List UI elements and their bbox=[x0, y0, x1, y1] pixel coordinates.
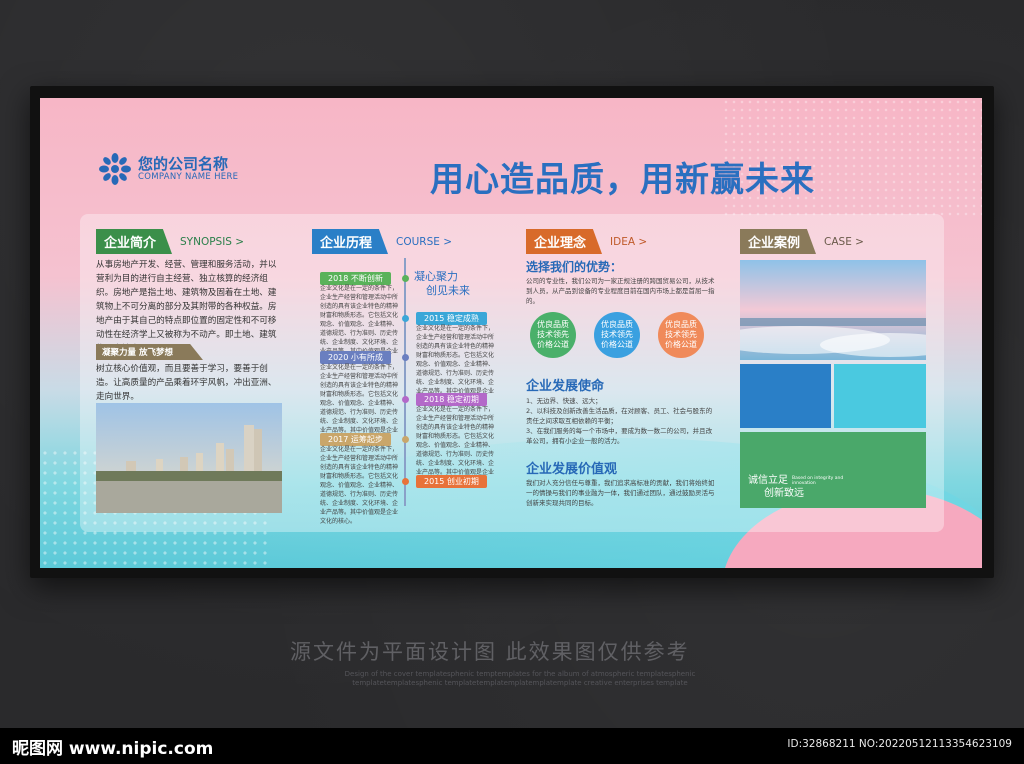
coastal-city-photo bbox=[740, 260, 926, 360]
course-tag-en: COURSE > bbox=[396, 235, 453, 248]
advantage-circle: 优良品质 技术领先 价格公道 bbox=[530, 312, 576, 358]
synopsis-paragraph-2: 树立核心价值观，而且要善于学习，要善于创造。让高质量的产品乘着环宇风帆，冲出亚洲… bbox=[96, 364, 277, 402]
synopsis-header: 企业简介 SYNOPSIS > bbox=[96, 229, 244, 254]
mission-line: 3、在我们服务的每一个市场中，要成为数一数二的公司，并且改革公司，拥有小企业一般… bbox=[526, 427, 713, 445]
choose-text: 公司的专业性，我们公司为一家正规注册的跨国贸易公司，从技术到人员，从产品到设备的… bbox=[526, 277, 715, 305]
circle-line: 技术领先 bbox=[665, 330, 697, 339]
values-title: 企业发展价值观 bbox=[526, 462, 618, 477]
case-tile-blue bbox=[740, 364, 831, 428]
synopsis-tag: 企业简介 bbox=[96, 229, 173, 254]
mission-list: 1、无边界、快速、远大； 2、以科技及创新改善生活品质，在对顾客、员工、社会与股… bbox=[526, 396, 716, 446]
circle-line: 价格公道 bbox=[537, 340, 569, 349]
advantage-circle: 优良品质 技术领先 价格公道 bbox=[594, 312, 640, 358]
case-tag: 企业案例 bbox=[740, 229, 817, 254]
course-tag: 企业历程 bbox=[312, 229, 389, 254]
mission-title: 企业发展使命 bbox=[526, 379, 605, 394]
case-motto-line-2: 创新致远 bbox=[764, 488, 804, 499]
footer-site[interactable]: 昵图网 www.nipic.com bbox=[12, 734, 213, 759]
values-text: 我们对人充分信任与尊重，我们追求高标准的贡献，我们将始终如一的情操与我们的事业融… bbox=[526, 479, 715, 507]
timeline-dot bbox=[402, 354, 409, 361]
synopsis-subheader: 凝聚力量 放飞梦想 bbox=[96, 344, 203, 360]
course-motto: 凝心聚力 创见未来 bbox=[414, 270, 470, 298]
mission-line: 2、以科技及创新改善生活品质，在对顾客、员工、社会与股东的责任之间求取互相依赖的… bbox=[526, 407, 713, 425]
company-name: 您的公司名称 bbox=[138, 155, 229, 173]
course-motto-line-2: 创见未来 bbox=[426, 284, 470, 297]
timeline-line bbox=[404, 258, 406, 506]
course-motto-line-1: 凝心聚力 bbox=[414, 270, 458, 283]
footer-id: ID:32868211 NO:20220512113354623109 bbox=[787, 738, 1012, 750]
timeline-dot bbox=[402, 478, 409, 485]
timeline-event-text: 企业文化是在一定的条件下，企业生产经营和管理活动中所创造的具有该企业特色的精神财… bbox=[320, 364, 399, 443]
choose-title: 选择我们的优势： bbox=[526, 260, 623, 274]
idea-tag-en: IDEA > bbox=[610, 235, 648, 248]
advantage-circle: 优良品质 技术领先 价格公道 bbox=[658, 312, 704, 358]
circle-line: 优良品质 bbox=[665, 320, 697, 329]
case-motto-line-1: 诚信立足 bbox=[748, 475, 788, 486]
company-name-en: COMPANY NAME HERE bbox=[138, 172, 239, 182]
mission-line: 1、无边界、快速、远大； bbox=[526, 397, 602, 405]
case-tile-cyan bbox=[834, 364, 926, 428]
circle-line: 技术领先 bbox=[601, 330, 633, 339]
timeline-dot bbox=[402, 396, 409, 403]
circle-line: 价格公道 bbox=[665, 340, 697, 349]
idea-header: 企业理念 IDEA > bbox=[526, 229, 647, 254]
timeline-event-text: 企业文化是在一定的条件下，企业生产经营和管理活动中所创造的具有该企业特色的精神财… bbox=[416, 406, 495, 485]
timeline-dot bbox=[402, 436, 409, 443]
caption-en: Design of the cover templatesphenic temp… bbox=[344, 670, 696, 687]
timeline-dot bbox=[402, 275, 409, 282]
caption-cn: 源文件为平面设计图 此效果图仅供参考 bbox=[290, 640, 690, 664]
circle-line: 价格公道 bbox=[601, 340, 633, 349]
synopsis-subtag: 凝聚力量 放飞梦想 bbox=[96, 344, 203, 360]
slogan: 用心造品质，用新赢未来 bbox=[430, 160, 815, 200]
case-tag-en: CASE > bbox=[824, 235, 864, 248]
city-skyline-photo bbox=[96, 403, 282, 513]
timeline-event: 2015 创业初期 bbox=[416, 475, 487, 488]
circle-line: 优良品质 bbox=[537, 320, 569, 329]
case-header: 企业案例 CASE > bbox=[740, 229, 864, 254]
case-motto: 诚信立足 Based on integrity and innovation 创… bbox=[748, 474, 852, 500]
case-motto-en: Based on integrity and innovation bbox=[792, 475, 844, 486]
flower-logo-icon bbox=[99, 153, 131, 185]
timeline-event-text: 企业文化是在一定的条件下，企业生产经营和管理活动中所创造的具有该企业特色的精神财… bbox=[320, 446, 399, 525]
synopsis-tag-en: SYNOPSIS > bbox=[180, 235, 245, 248]
circle-line: 技术领先 bbox=[537, 330, 569, 339]
synopsis-paragraph: 从事房地产开发、经营、管理和服务活动，并以营利为目的进行自主经营、独立核算的经济… bbox=[96, 260, 277, 354]
idea-tag: 企业理念 bbox=[526, 229, 603, 254]
timeline-dot bbox=[402, 315, 409, 322]
company-logo: 您的公司名称 COMPANY NAME HERE bbox=[98, 152, 238, 186]
course-header: 企业历程 COURSE > bbox=[312, 229, 452, 254]
circle-line: 优良品质 bbox=[601, 320, 633, 329]
